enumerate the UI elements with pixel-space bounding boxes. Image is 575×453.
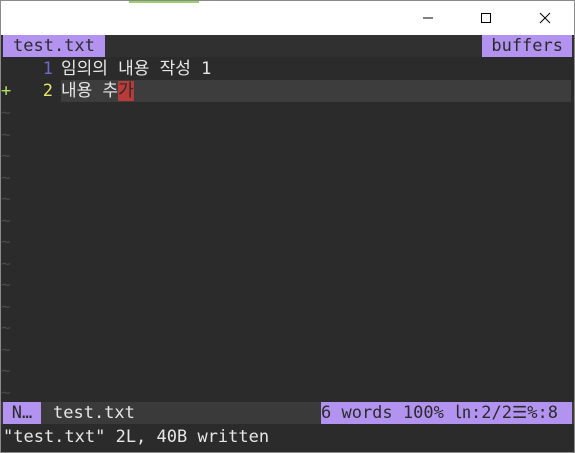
tilde-marker: ~ <box>1 189 11 208</box>
tilde-marker: ~ <box>1 382 11 402</box>
tilde-marker: ~ <box>1 210 11 230</box>
tilde-marker: ~ <box>1 296 11 316</box>
title-accent <box>129 1 199 3</box>
tilde-marker: ~ <box>1 253 11 273</box>
cursor-line-highlight <box>61 80 571 102</box>
maximize-button[interactable] <box>457 1 515 35</box>
buffers-label: buffers <box>482 35 572 57</box>
tilde-marker: ~ <box>1 361 11 380</box>
tilde-marker: ~ <box>1 318 11 337</box>
editor-line-2[interactable]: + 2 내용 추가 <box>1 80 574 102</box>
tab-test-txt[interactable]: test.txt <box>3 35 105 57</box>
line-text[interactable]: 내용 추가 <box>61 80 134 102</box>
editor-area[interactable]: 1 임의의 내용 작성 1 + 2 내용 추가 ~ ~ ~ ~ ~ ~ ~ ~ ~ ~ ~ ~ ~ ~ <box>1 58 574 402</box>
line-text-before-cursor: 내용 추 <box>61 81 119 101</box>
line-number: 2 <box>42 81 53 101</box>
minimize-button[interactable] <box>399 1 457 35</box>
line-text[interactable]: 임의의 내용 작성 1 <box>61 58 211 80</box>
git-add-sign: + <box>1 81 12 101</box>
tilde-marker: ~ <box>1 232 11 251</box>
status-filename: test.txt <box>53 403 135 423</box>
maximize-icon <box>481 13 491 23</box>
status-file-info: 6 words 100% ㏑:2/2☰%:8 <box>321 402 572 424</box>
close-button[interactable] <box>516 1 574 35</box>
title-bar <box>1 1 574 35</box>
tilde-marker: ~ <box>1 146 11 165</box>
app-window: test.txt buffers 1 임의의 내용 작성 1 + 2 내용 추가… <box>0 0 575 453</box>
tilde-marker: ~ <box>1 167 11 187</box>
editor-line-1[interactable]: 1 임의의 내용 작성 1 <box>1 58 574 80</box>
command-line-message: "test.txt" 2L, 40B written <box>3 427 270 447</box>
line-number: 1 <box>42 59 53 79</box>
tilde-marker: ~ <box>1 103 11 122</box>
mode-indicator: N… <box>3 402 41 424</box>
tilde-marker: ~ <box>1 275 11 294</box>
tabline: test.txt buffers <box>1 35 574 57</box>
minimize-icon <box>423 17 433 19</box>
tilde-marker: ~ <box>1 124 11 144</box>
tilde-marker: ~ <box>1 339 11 359</box>
text-cursor: 가 <box>118 81 134 101</box>
statusline: N… test.txt 6 words 100% ㏑:2/2☰%:8 <box>1 402 574 424</box>
close-icon <box>539 12 551 24</box>
